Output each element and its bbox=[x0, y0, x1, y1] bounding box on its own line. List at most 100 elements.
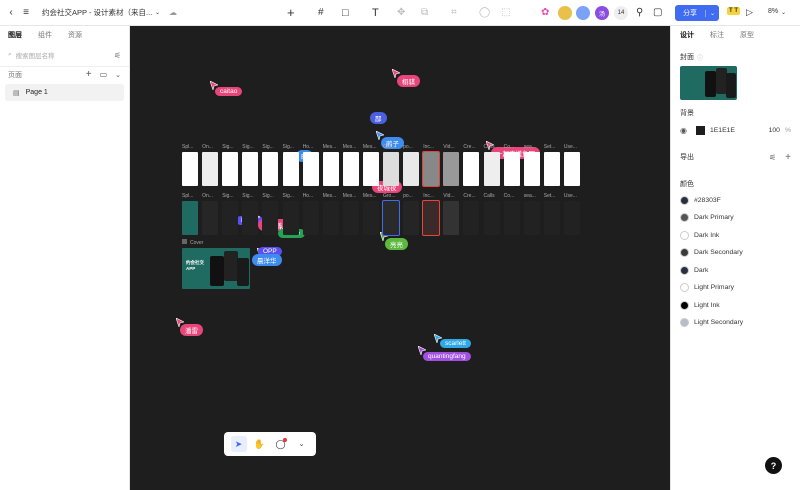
light-screen-frame[interactable] bbox=[483, 152, 500, 186]
background-hex[interactable]: 1E1E1E bbox=[710, 127, 735, 134]
color-style-item[interactable]: Light Primary bbox=[671, 279, 800, 297]
light-screen-frame[interactable] bbox=[563, 152, 580, 186]
cover-thumbnail[interactable] bbox=[680, 66, 737, 100]
add-page-icon[interactable]: + bbox=[86, 69, 92, 80]
dark-frame-label[interactable]: Sig... bbox=[242, 193, 253, 199]
boolean-tool-icon[interactable]: ⧉ bbox=[421, 3, 428, 23]
light-frame-label[interactable]: Inc... bbox=[423, 144, 434, 150]
settings-icon[interactable]: ⚟ bbox=[769, 153, 776, 162]
filter-icon[interactable]: ⚟ bbox=[114, 51, 121, 60]
dark-frame-label[interactable]: Cre... bbox=[463, 193, 475, 199]
color-style-item[interactable]: #28303F bbox=[671, 192, 800, 210]
dark-screen-frame[interactable] bbox=[543, 201, 560, 235]
background-swatch[interactable] bbox=[695, 126, 705, 136]
image-tool-icon[interactable]: ⬚ bbox=[501, 3, 510, 23]
light-frame-label[interactable]: po... bbox=[403, 144, 413, 150]
component-tool-icon[interactable]: ✥ bbox=[397, 3, 405, 23]
dark-screen-frame[interactable] bbox=[483, 201, 500, 235]
light-screen-frame[interactable] bbox=[383, 152, 399, 186]
dark-screen-frame[interactable] bbox=[422, 200, 441, 236]
dark-screen-frame[interactable] bbox=[222, 201, 239, 235]
page-item[interactable]: ▤ Page 1 bbox=[5, 84, 124, 101]
dark-frame-label[interactable]: Co... bbox=[504, 193, 515, 199]
light-screen-frame[interactable] bbox=[262, 152, 279, 186]
dark-screen-frame[interactable] bbox=[202, 201, 219, 235]
light-frame-label[interactable]: Co... bbox=[504, 144, 515, 150]
text-mode-icon[interactable]: T T bbox=[727, 7, 740, 15]
avatar[interactable] bbox=[576, 6, 590, 20]
search-input[interactable]: 搜索图层名称 bbox=[16, 50, 55, 60]
dark-frame-label[interactable]: Gro... bbox=[383, 193, 396, 199]
dark-frame-label[interactable]: Mes... bbox=[343, 193, 357, 199]
light-frame-label[interactable]: Mes... bbox=[323, 144, 337, 150]
light-screen-frame[interactable] bbox=[422, 151, 441, 187]
tab-components[interactable]: 组件 bbox=[38, 30, 52, 40]
light-screen-frame[interactable] bbox=[282, 152, 299, 186]
light-frame-label[interactable]: Sig... bbox=[242, 144, 253, 150]
light-frame-label[interactable]: Sig... bbox=[262, 144, 273, 150]
tab-prototype[interactable]: 原型 bbox=[740, 30, 754, 40]
dark-screen-frame[interactable] bbox=[523, 201, 540, 235]
dark-frame-label[interactable]: Mes... bbox=[363, 193, 377, 199]
back-icon[interactable]: ‹ bbox=[6, 3, 16, 23]
light-screen-frame[interactable] bbox=[322, 152, 339, 186]
dark-screen-frame[interactable] bbox=[382, 200, 400, 236]
plugin-icon[interactable]: ✿ bbox=[541, 3, 549, 23]
light-frame-label[interactable]: Vid... bbox=[443, 144, 454, 150]
light-frame-label[interactable]: Cre... bbox=[463, 144, 475, 150]
light-screen-frame[interactable] bbox=[403, 152, 420, 186]
dark-frame-label[interactable]: Ho... bbox=[303, 193, 314, 199]
play-icon[interactable]: ▷ bbox=[746, 3, 753, 23]
rectangle-tool-icon[interactable]: □ bbox=[342, 3, 349, 23]
chevron-down-icon[interactable]: ⌄ bbox=[705, 9, 719, 17]
chevron-down-icon[interactable]: ⌄ bbox=[155, 3, 160, 23]
comment-tool-icon[interactable]: ◯ bbox=[273, 436, 289, 452]
light-screen-frame[interactable] bbox=[182, 152, 198, 186]
light-screen-frame[interactable] bbox=[503, 152, 520, 186]
light-frame-label[interactable]: Set... bbox=[544, 144, 556, 150]
help-button[interactable]: ? bbox=[765, 457, 782, 474]
dark-frame-label[interactable]: Mes... bbox=[323, 193, 337, 199]
light-screen-frame[interactable] bbox=[362, 152, 379, 186]
layer-search[interactable]: ⌕ 搜索图层名称 ⚟ bbox=[8, 48, 121, 62]
hand-tool-icon[interactable]: ✋ bbox=[252, 436, 268, 452]
light-frame-label[interactable]: On... bbox=[202, 144, 213, 150]
chevron-down-icon[interactable]: ⌄ bbox=[115, 71, 121, 79]
light-frame-label[interactable]: Mes... bbox=[343, 144, 357, 150]
dark-screen-frame[interactable] bbox=[182, 201, 198, 235]
location-pin-icon[interactable]: ⚲ bbox=[636, 3, 643, 23]
light-frame-label[interactable]: sea... bbox=[524, 144, 536, 150]
light-screen-frame[interactable] bbox=[443, 152, 460, 186]
info-icon[interactable]: ⓘ bbox=[697, 53, 703, 62]
dark-screen-frame[interactable] bbox=[403, 201, 420, 235]
dark-screen-frame[interactable] bbox=[443, 201, 460, 235]
add-tool-icon[interactable]: + bbox=[287, 3, 295, 23]
dark-screen-frame[interactable] bbox=[302, 201, 319, 235]
avatar[interactable]: 汤 bbox=[595, 6, 609, 20]
dark-screen-frame[interactable] bbox=[463, 201, 480, 235]
share-button[interactable]: 分享 ⌄ bbox=[675, 5, 720, 21]
background-opacity[interactable]: 100 bbox=[769, 127, 780, 134]
eye-icon[interactable]: ◉ bbox=[680, 126, 687, 135]
dark-frame-label[interactable]: Inc... bbox=[423, 193, 434, 199]
menu-icon[interactable]: ≡ bbox=[20, 3, 32, 23]
dark-screen-frame[interactable] bbox=[563, 201, 580, 235]
light-screen-frame[interactable] bbox=[342, 152, 359, 186]
color-style-item[interactable]: Dark Ink bbox=[671, 227, 800, 245]
dark-screen-frame[interactable] bbox=[342, 201, 359, 235]
light-screen-frame[interactable] bbox=[523, 152, 540, 186]
tab-layers[interactable]: 图层 bbox=[8, 30, 22, 40]
light-frame-label[interactable]: Calls bbox=[484, 144, 495, 150]
chevron-down-icon[interactable]: ⌄ bbox=[781, 3, 786, 23]
light-frame-label[interactable]: Gro... bbox=[383, 144, 396, 150]
comment-icon[interactable]: ▢ bbox=[653, 3, 662, 23]
mask-tool-icon[interactable]: ◯ bbox=[479, 3, 490, 23]
tab-annotate[interactable]: 标注 bbox=[710, 30, 724, 40]
light-screen-frame[interactable] bbox=[463, 152, 480, 186]
cover-frame[interactable]: 约会社交APP bbox=[182, 248, 250, 289]
light-screen-frame[interactable] bbox=[222, 152, 239, 186]
dark-frame-label[interactable]: Use... bbox=[564, 193, 577, 199]
move-tool-icon[interactable]: ➤ bbox=[230, 436, 247, 452]
color-style-item[interactable]: Light Secondary bbox=[671, 314, 800, 332]
dark-frame-label[interactable]: On... bbox=[202, 193, 213, 199]
